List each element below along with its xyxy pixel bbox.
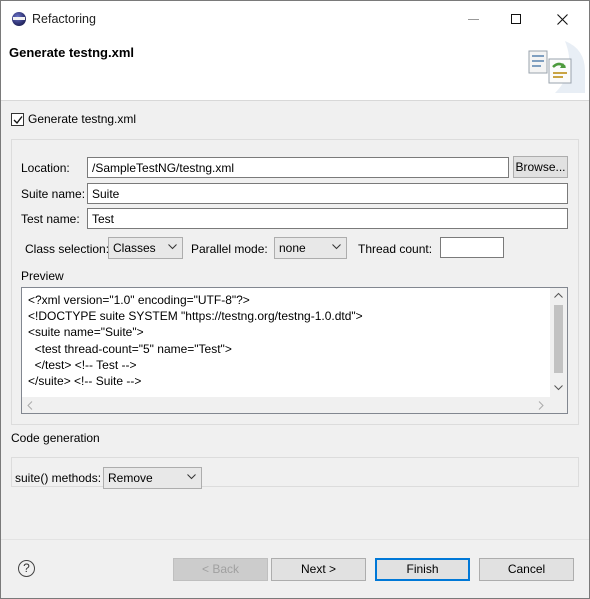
code-generation-label: Code generation [11, 431, 100, 445]
scroll-right-icon[interactable] [538, 401, 544, 410]
close-button[interactable] [540, 1, 586, 37]
chevron-down-icon [187, 474, 196, 480]
generate-testng-label: Generate testng.xml [28, 112, 137, 126]
location-field[interactable]: /SampleTestNG/testng.xml [87, 157, 509, 178]
suite-methods-dropdown[interactable]: Remove [103, 467, 202, 489]
suite-name-field[interactable]: Suite [87, 183, 568, 204]
page-title: Generate testng.xml [9, 45, 134, 60]
preview-line: <?xml version="1.0" encoding="UTF-8"?> [28, 293, 250, 307]
chevron-down-icon [332, 244, 341, 250]
wizard-header: Generate testng.xml [1, 37, 589, 101]
minimize-button[interactable] [451, 1, 497, 37]
preview-line: <suite name="Suite"> [28, 325, 144, 340]
vertical-scrollbar[interactable] [550, 288, 567, 397]
preview-label: Preview [21, 269, 64, 283]
thread-count-label: Thread count: [358, 242, 433, 256]
generate-testng-checkbox[interactable] [11, 113, 24, 126]
maximize-button[interactable] [494, 1, 540, 37]
minimize-icon [468, 19, 479, 20]
checkmark-icon [13, 116, 23, 125]
test-name-field[interactable]: Test [87, 208, 568, 229]
next-button[interactable]: Next > [271, 558, 366, 581]
parallel-mode-dropdown[interactable]: none [274, 237, 347, 259]
parallel-mode-value: none [279, 241, 306, 255]
thread-count-field[interactable] [440, 237, 504, 258]
preview-line: <test thread-count="5" name="Test"> [28, 341, 232, 356]
test-name-label: Test name: [21, 212, 80, 226]
scroll-up-icon[interactable] [554, 292, 563, 298]
scrollbar-thumb[interactable] [554, 305, 563, 373]
browse-button[interactable]: Browse... [513, 156, 568, 178]
horizontal-scrollbar[interactable] [22, 397, 567, 413]
refactor-banner-icon [525, 41, 585, 93]
suite-methods-value: Remove [108, 471, 153, 485]
suite-name-label: Suite name: [21, 187, 86, 201]
class-selection-value: Classes [113, 241, 156, 255]
preview-textarea[interactable]: <?xml version="1.0" encoding="UTF-8"?> <!… [21, 287, 568, 414]
back-button[interactable]: < Back [173, 558, 268, 581]
window-title: Refactoring [32, 12, 96, 26]
help-icon[interactable]: ? [18, 560, 35, 577]
footer-divider [1, 539, 589, 540]
eclipse-icon [12, 12, 26, 26]
scroll-left-icon[interactable] [27, 401, 33, 410]
cancel-button[interactable]: Cancel [479, 558, 574, 581]
maximize-icon [511, 14, 521, 24]
preview-content: <?xml version="1.0" encoding="UTF-8"?> <!… [28, 292, 363, 389]
refactoring-dialog: Refactoring Generate testng.xml Generate… [0, 0, 590, 599]
title-bar: Refactoring [1, 1, 589, 37]
preview-line: </test> <!-- Test --> [28, 357, 137, 372]
chevron-down-icon [168, 244, 177, 250]
close-icon [557, 14, 568, 25]
suite-methods-label: suite() methods: [15, 471, 102, 485]
class-selection-label: Class selection: [25, 242, 110, 256]
preview-line: <!DOCTYPE suite SYSTEM "https://testng.o… [28, 309, 363, 324]
location-label: Location: [21, 161, 70, 175]
preview-line: </suite> <!-- Suite --> [28, 374, 142, 389]
parallel-mode-label: Parallel mode: [191, 242, 268, 256]
scroll-down-icon[interactable] [554, 385, 563, 391]
finish-button[interactable]: Finish [375, 558, 470, 581]
class-selection-dropdown[interactable]: Classes [108, 237, 183, 259]
